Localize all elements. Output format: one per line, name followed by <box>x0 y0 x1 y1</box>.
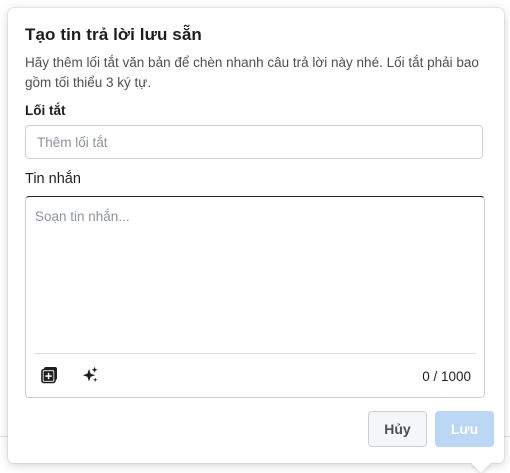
shortcut-input[interactable] <box>25 125 483 159</box>
message-textarea[interactable] <box>26 197 482 347</box>
message-label: Tin nhắn <box>25 171 81 187</box>
character-counter: 0 / 1000 <box>422 369 471 384</box>
save-button[interactable]: Lưu <box>435 411 494 447</box>
add-attachment-icon[interactable] <box>40 365 60 385</box>
cancel-button[interactable]: Hủy <box>368 411 427 447</box>
dialog-title: Tạo tin trả lời lưu sẵn <box>25 25 202 44</box>
saved-reply-dialog: Tạo tin trả lời lưu sẵn Hãy thêm lối tắt… <box>8 8 504 463</box>
dialog-description: Hãy thêm lối tắt văn bản để chèn nhanh c… <box>25 55 479 90</box>
ai-sparkle-icon[interactable] <box>80 365 100 385</box>
message-divider <box>34 353 476 354</box>
message-box: 0 / 1000 <box>25 196 485 398</box>
shortcut-label: Lối tắt <box>25 103 66 118</box>
